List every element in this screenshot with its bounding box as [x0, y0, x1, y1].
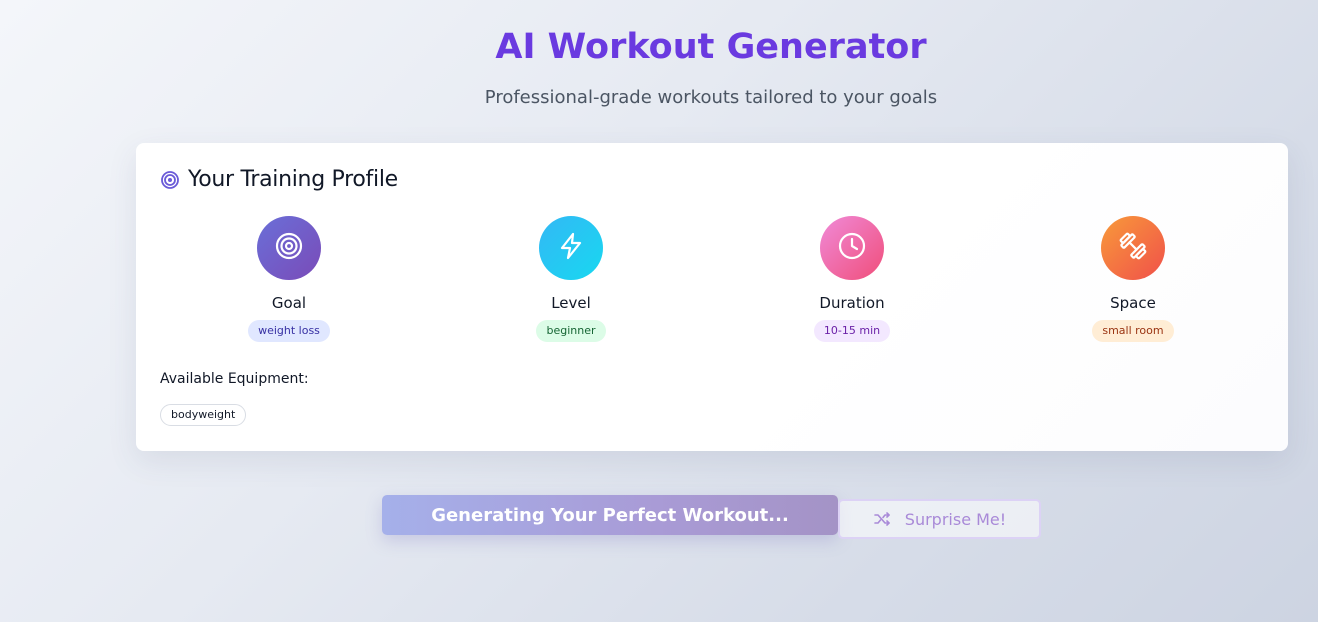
stat-goal-badge: weight loss [248, 320, 330, 342]
lightning-icon [556, 231, 586, 265]
target-icon [160, 170, 180, 190]
surprise-me-button[interactable]: Surprise Me! [838, 499, 1041, 539]
shuffle-icon [873, 510, 891, 528]
stat-goal-label: Goal [271, 294, 307, 312]
page-title: AI Workout Generator [495, 27, 927, 67]
surprise-me-label: Surprise Me! [904, 509, 1007, 529]
space-icon-circle [1101, 216, 1165, 280]
stat-goal: Goal weight loss [189, 216, 389, 342]
clock-icon [837, 231, 867, 265]
dumbbell-icon [1117, 230, 1149, 266]
equipment-label: Available Equipment: [160, 371, 309, 387]
duration-icon-circle [820, 216, 884, 280]
equipment-chip: bodyweight [160, 404, 247, 426]
training-profile-card: Your Training Profile Goal weight loss L [136, 143, 1288, 451]
stat-duration-badge: 10-15 min [813, 320, 891, 342]
stat-duration-label: Duration [819, 294, 885, 312]
stat-space: Space small room [1033, 216, 1233, 342]
level-icon-circle [539, 216, 603, 280]
goal-icon-circle [257, 216, 321, 280]
stat-space-badge: small room [1092, 320, 1174, 342]
stat-space-label: Space [1110, 294, 1156, 312]
training-profile-title: Your Training Profile [188, 167, 398, 192]
stat-level: Level beginner [471, 216, 671, 342]
stat-level-label: Level [551, 294, 591, 312]
page-subtitle: Professional-grade workouts tailored to … [484, 87, 938, 108]
generate-workout-label: Generating Your Perfect Workout... [431, 504, 789, 526]
stat-level-badge: beginner [536, 320, 606, 342]
generate-workout-button[interactable]: Generating Your Perfect Workout... [382, 495, 838, 535]
stat-duration: Duration 10-15 min [752, 216, 952, 342]
target-icon [274, 231, 304, 265]
training-profile-header: Your Training Profile [160, 167, 398, 192]
